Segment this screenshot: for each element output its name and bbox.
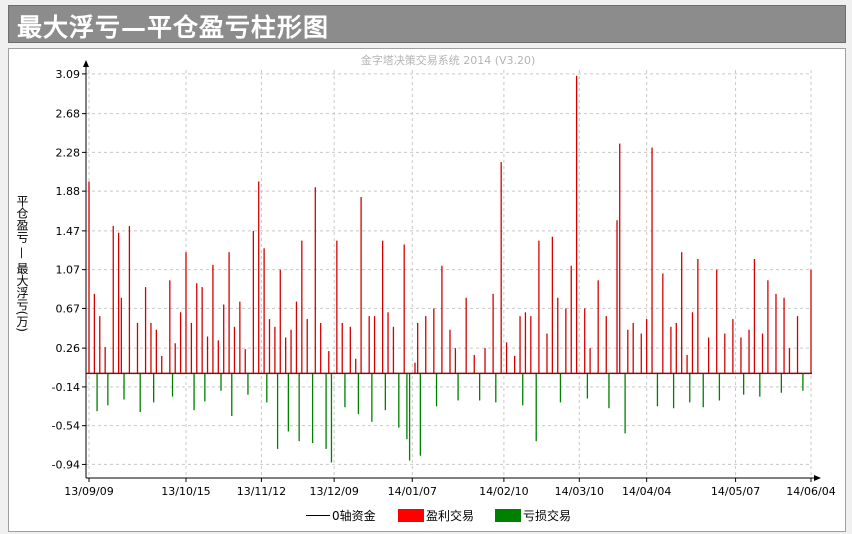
x-tick-label: 13/10/15 [161,485,210,498]
y-axis-label: 平仓盈亏 — 最大浮亏(万) [15,195,29,332]
x-tick-label: 14/05/07 [711,485,760,498]
y-tick-label: -0.94 [52,458,80,471]
y-tick-label: -0.54 [52,420,80,433]
y-tick-label: 3.09 [56,68,81,81]
x-tick-label: 14/04/04 [622,485,671,498]
legend-loss-swatch [495,508,521,522]
legend-label-profit: 盈利交易 [426,508,475,523]
legend-loss: 亏损交易 [495,505,571,525]
y-tick-label: 2.68 [56,108,81,121]
x-tick-label: 13/09/09 [64,485,113,498]
legend-profit-swatch [398,508,424,522]
y-axis-arrow [83,60,89,67]
bar-chart: 金字塔决策交易系统 2014 (V3.20) 3.09 2.68 2.28 1.88 1.… [52,53,836,498]
y-tick-label: -0.14 [52,381,80,394]
y-tick-label: 2.28 [56,146,81,159]
legend-profit: 盈利交易 [398,505,474,525]
watermark-text: 金字塔决策交易系统 2014 (V3.20) [361,53,536,67]
y-tick-label: 1.88 [56,185,81,198]
legend-label-loss: 亏损交易 [523,508,572,523]
y-tick-label: 1.47 [56,225,81,238]
x-tick-label: 14/01/07 [388,485,437,498]
x-tick-label: 14/03/10 [555,485,604,498]
x-axis-arrow [814,475,821,481]
x-tick-label: 13/11/12 [237,485,286,498]
legend-zero-line: 0轴资金 [306,505,376,525]
y-tick-label: 0.26 [56,342,81,355]
y-tick-label: 1.07 [56,264,81,277]
chart-window: 最大浮亏—平仓盈亏柱形图 金字塔决策交易系统 2014 (V3.20) 3.09 2… [0,0,852,534]
legend-label-zero: 0轴资金 [332,508,376,523]
y-tick-label: 0.67 [56,302,81,315]
x-tick-label: 13/12/09 [309,485,358,498]
x-tick-label: 14/02/10 [479,485,528,498]
legend-line-swatch [306,514,330,516]
x-tick-label: 14/06/04 [786,485,835,498]
